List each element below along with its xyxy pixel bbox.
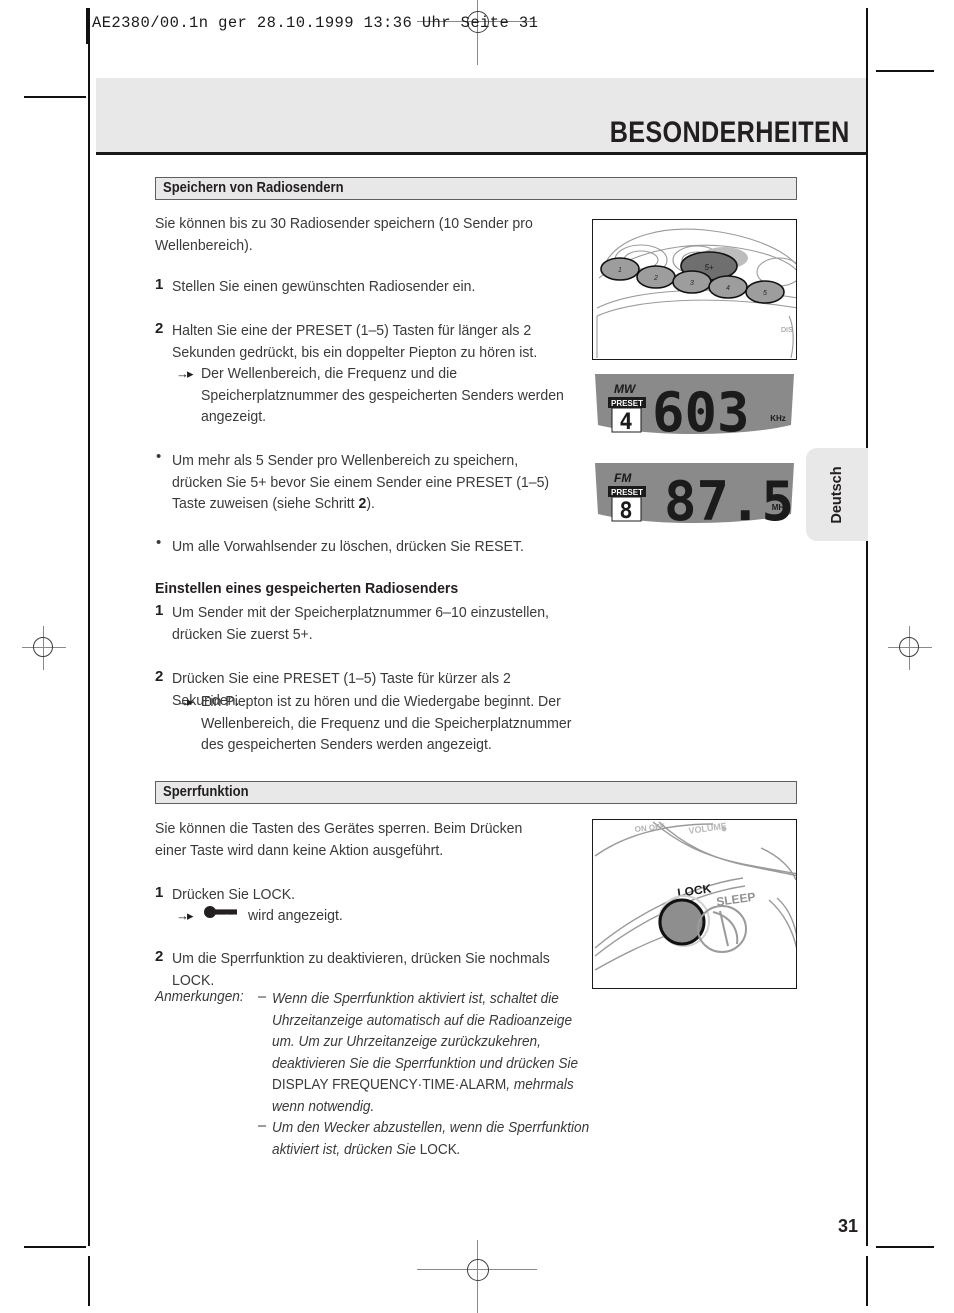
svg-text:2: 2	[653, 275, 658, 282]
step-number-3-1: 1	[155, 884, 164, 901]
crop-mark-bottom-right-h	[876, 1246, 934, 1248]
title-underline	[96, 152, 866, 155]
svg-text:3: 3	[690, 280, 694, 287]
section-intro-sperrfunktion: Sie können die Tasten des Gerätes sperre…	[155, 820, 523, 859]
lcd-band-fm: FM	[614, 471, 632, 485]
result-arrow-icon-2: →▸	[176, 694, 193, 709]
result-note-1: Der Wellenbereich, die Frequenz und die …	[201, 365, 564, 425]
registration-mark-left	[22, 626, 66, 670]
notes-dash-2: –	[258, 1118, 267, 1134]
crop-mark-top-left-v	[88, 8, 90, 66]
notes-item-1: Wenn die Sperrfunktion aktiviert ist, sc…	[272, 991, 579, 1115]
figure-preset-buttons: 5+ 1 2 3 4 5 DIS	[592, 219, 797, 360]
preset-button-3[interactable]: 3	[672, 270, 712, 294]
crop-mark-bottom-right-v	[866, 1256, 868, 1306]
crop-mark-bottom-left-v	[88, 1256, 90, 1306]
svg-text:1: 1	[618, 267, 622, 274]
lock-label: LOCK	[676, 881, 712, 900]
volume-label: VOLUME	[688, 821, 728, 836]
step-number-1-1: 1	[155, 276, 164, 293]
step-text-1-2: Halten Sie eine der PRESET (1–5) Tasten …	[172, 322, 538, 361]
section-heading-label-2: Sperrfunktion	[163, 784, 249, 800]
lcd-display-mw: MW PRESET 4 603 KHz	[592, 371, 797, 444]
section-heading-sperrfunktion: Sperrfunktion	[155, 781, 797, 804]
page-title: BESONDERHEITEN	[610, 116, 850, 149]
header-divider	[86, 8, 88, 44]
step-text-1-1: Stellen Sie einen gewünschten Radiosende…	[172, 278, 476, 295]
section-intro-speichern: Sie können bis zu 30 Radiosender speiche…	[155, 215, 533, 254]
result-arrow-icon-1: →▸	[176, 366, 193, 381]
svg-text:ON OFF: ON OFF	[634, 822, 665, 834]
bullet-text-2: Um alle Vorwahlsender zu löschen, drücke…	[172, 538, 524, 555]
crop-mark-top-left-h	[24, 96, 86, 98]
step-number-2-1: 1	[155, 602, 164, 619]
lcd-frequency-mw: 603	[652, 381, 750, 441]
crop-mark-top-right-h	[876, 70, 934, 72]
lcd-preset-number-fm: 8	[619, 499, 632, 524]
document-page: AE2380/00.1n ger 28.10.1999 13:36 Uhr Se…	[0, 0, 954, 1313]
result-note-2: Ein Piepton ist zu hören und die Wiederg…	[201, 693, 572, 753]
lcd-preset-label-fm: PRESET	[611, 488, 643, 497]
step-number-1-2: 2	[155, 320, 164, 337]
bullet-marker-1: •	[156, 448, 162, 465]
step-text-3-2: Um die Sperrfunktion zu deaktivieren, dr…	[172, 950, 550, 989]
lcd-preset-label-mw: PRESET	[611, 399, 643, 408]
page-frame-left	[88, 66, 90, 1246]
lcd-preset-number-mw: 4	[619, 410, 632, 435]
page-number: 31	[837, 1216, 858, 1236]
svg-text:5+: 5+	[704, 263, 713, 272]
preset-button-1[interactable]: 1	[600, 257, 640, 281]
section-heading-label: Speichern von Radiosendern	[163, 180, 344, 196]
lcd-band-mw: MW	[614, 382, 637, 396]
svg-text:5: 5	[763, 290, 767, 297]
lcd-unit-fm: MHz	[772, 503, 788, 512]
key-icon	[204, 906, 237, 918]
bullet-marker-2: •	[156, 534, 162, 551]
registration-mark-right	[888, 626, 932, 670]
registration-mark-top	[417, 0, 537, 65]
subsection-heading: Einstellen eines gespeicherten Radiosend…	[155, 580, 459, 597]
preset-button-4[interactable]: 4	[708, 275, 748, 299]
preset-button-2[interactable]: 2	[636, 265, 676, 289]
bullet-text-1: Um mehr als 5 Sender pro Wellenbereich z…	[172, 452, 550, 512]
result-note-3: wird angezeigt.	[248, 907, 343, 924]
file-header-text: AE2380/00.1n ger 28.10.1999 13:36 Uhr Se…	[92, 14, 539, 32]
section-heading-speichern: Speichern von Radiosendern	[155, 177, 797, 200]
preset-button-5[interactable]: 5	[745, 280, 785, 304]
lcd-unit-mw: KHz	[770, 414, 786, 423]
figure-lock-button: ON OFF VOLUME LOCK SLEEP	[592, 819, 797, 989]
language-tab-label: Deutsch	[829, 465, 845, 524]
lcd-frequency-fm: 87.5	[664, 470, 794, 530]
step-number-3-2: 2	[155, 948, 164, 965]
chapter-title-band: BESONDERHEITEN	[96, 78, 866, 152]
svg-text:4: 4	[726, 285, 730, 292]
lcd-display-fm: FM PRESET 8 87.5 MHz	[592, 460, 797, 533]
notes-label: Anmerkungen:	[155, 989, 244, 1005]
language-tab-deutsch[interactable]: Deutsch	[806, 448, 868, 541]
display-label: DIS	[781, 327, 793, 334]
radio-top-panel-illustration: 5+ 1 2 3 4 5 DIS	[596, 228, 796, 359]
sleep-knob[interactable]	[697, 905, 747, 953]
result-arrow-icon-3: →▸	[176, 908, 193, 923]
crop-mark-top-right-v	[866, 8, 868, 66]
step-text-2-1: Um Sender mit der Speicherplatznummer 6–…	[172, 604, 549, 643]
step-number-2-2: 2	[155, 668, 164, 685]
lock-button[interactable]	[658, 895, 710, 947]
registration-mark-bottom	[417, 1240, 537, 1313]
radio-lock-illustration: ON OFF VOLUME LOCK SLEEP	[594, 821, 796, 971]
notes-item-2: Um den Wecker abzustellen, wenn die Sper…	[272, 1120, 590, 1158]
crop-mark-bottom-left-h	[24, 1246, 86, 1248]
step-text-3-1: Drücken Sie LOCK.	[172, 886, 296, 903]
notes-dash-1: –	[258, 989, 267, 1005]
page-frame-right	[866, 66, 868, 1246]
